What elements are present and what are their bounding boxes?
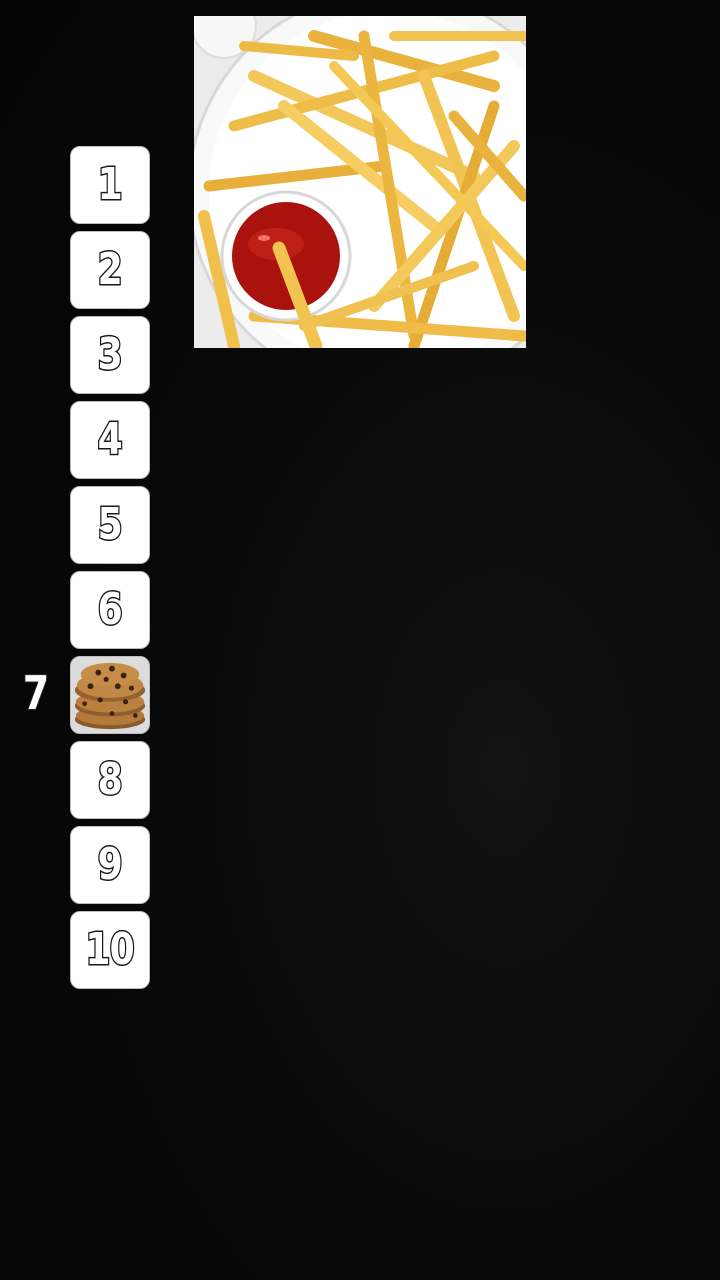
rank-number: 5 <box>97 499 125 550</box>
rank-number: 6 <box>97 584 125 635</box>
fries-photo <box>194 16 526 348</box>
rank-slot-7[interactable] <box>70 656 150 734</box>
rank-number: 9 <box>97 839 125 890</box>
rank-number: 3 <box>97 329 125 380</box>
rank-slot-3[interactable]: 3 <box>70 316 150 394</box>
rank-slot-9[interactable]: 9 <box>70 826 150 904</box>
rank-slot-8[interactable]: 8 <box>70 741 150 819</box>
ranking-screen: 7 1 2 3 4 5 6 8 9 10 <box>0 0 720 1280</box>
cookies-photo <box>71 657 149 733</box>
rank-slot-6[interactable]: 6 <box>70 571 150 649</box>
rank-number: 10 <box>84 924 136 975</box>
rank-number: 4 <box>97 414 125 465</box>
rank-number: 1 <box>97 159 125 210</box>
rank-slot-5[interactable]: 5 <box>70 486 150 564</box>
rank-slot-1[interactable]: 1 <box>70 146 150 224</box>
rank-slot-4[interactable]: 4 <box>70 401 150 479</box>
rank-slot-2[interactable]: 2 <box>70 231 150 309</box>
rank-number: 2 <box>97 244 125 295</box>
current-rank-label: 7 <box>22 666 50 720</box>
rank-number: 8 <box>97 754 125 805</box>
rank-slot-10[interactable]: 10 <box>70 911 150 989</box>
feature-food-image <box>194 16 526 348</box>
